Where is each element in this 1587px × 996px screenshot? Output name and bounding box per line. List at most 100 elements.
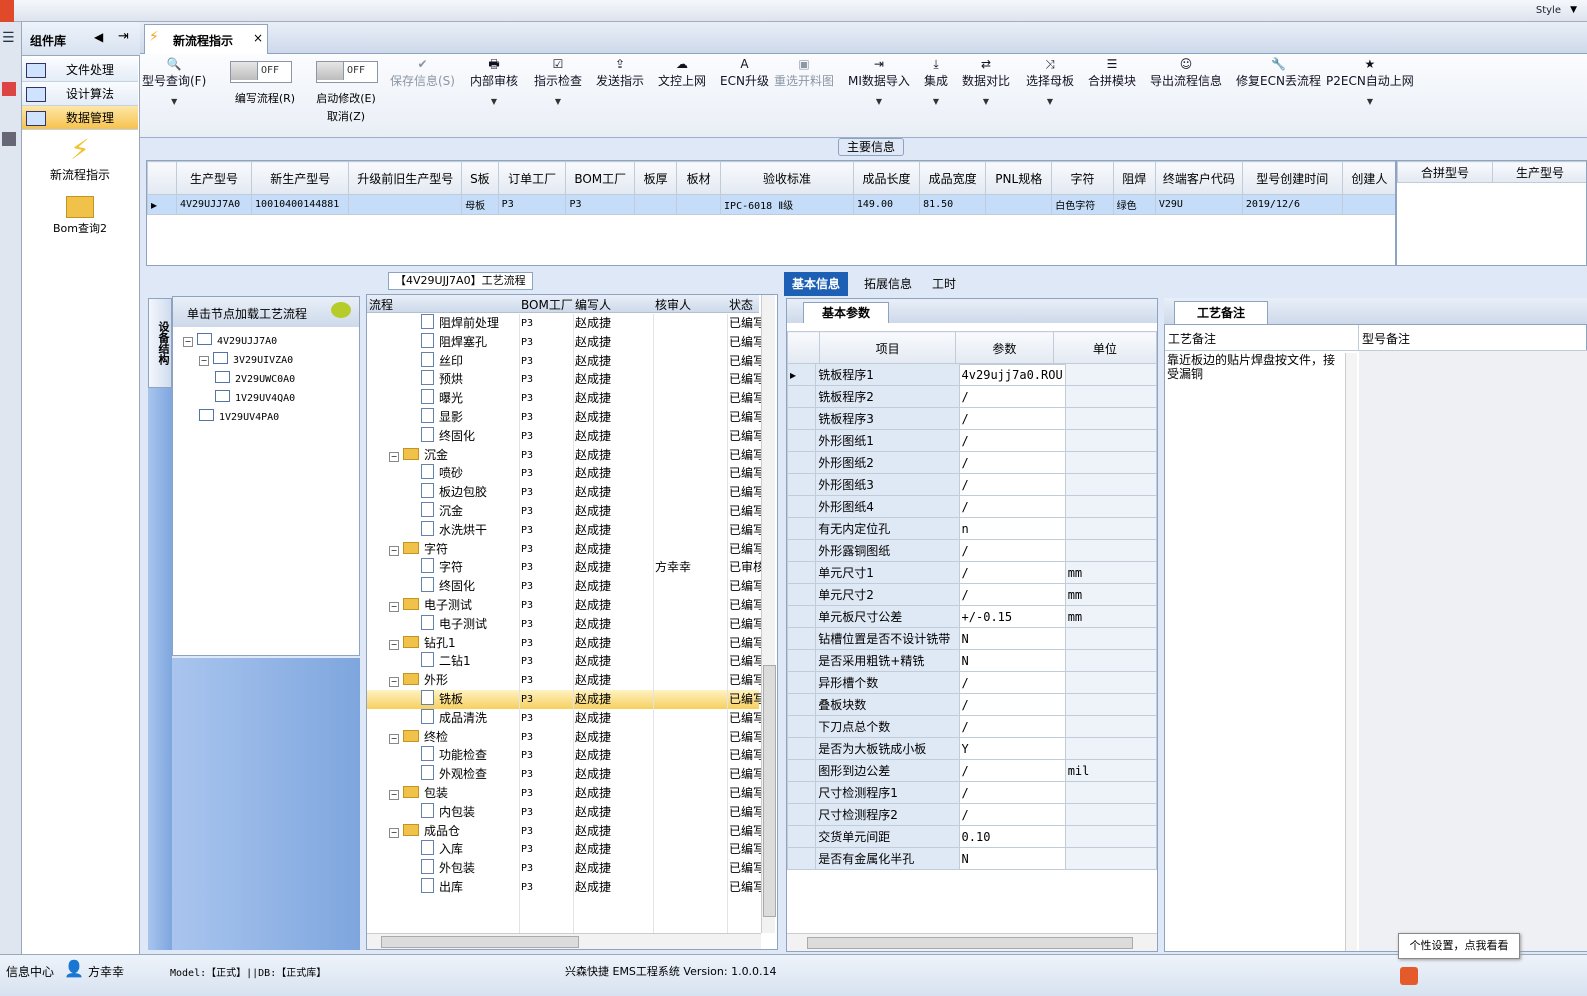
toolbar-button[interactable]: ☁ 文控上网: [658, 56, 706, 89]
param-value[interactable]: 0.10: [958, 825, 1066, 848]
param-value[interactable]: +/-0.15: [958, 605, 1066, 628]
param-row[interactable]: 铣板程序3/: [787, 407, 1157, 430]
main-info-cell[interactable]: 2019/12/6: [1241, 194, 1343, 215]
main-info-cell[interactable]: [634, 194, 678, 215]
toolbar-button[interactable]: 🔍 型号查询(F) ▼: [142, 56, 206, 106]
tree-node[interactable]: 1V29UV4QA0: [215, 388, 295, 407]
col-header[interactable]: BOM工厂: [565, 161, 636, 195]
toolbar-button[interactable]: ⇄ 数据对比 ▼: [962, 56, 1010, 106]
dropdown-arrow-icon[interactable]: ▼: [1326, 97, 1414, 106]
param-value[interactable]: /: [958, 803, 1066, 826]
process-row[interactable]: 外观检查 P3 赵成捷 已编写: [367, 765, 765, 784]
tab-0[interactable]: 基本信息: [784, 272, 849, 296]
toolbar-button[interactable]: ⇪ 发送指示: [596, 56, 644, 89]
main-info-cell[interactable]: IPC-6018 Ⅱ级: [720, 194, 854, 215]
param-value[interactable]: /: [958, 385, 1066, 408]
col-header[interactable]: 验收标准: [720, 161, 854, 195]
chat-bubble-icon[interactable]: [331, 302, 351, 318]
info-center[interactable]: 信息中心: [6, 963, 54, 980]
process-row[interactable]: − 沉金 P3 赵成捷 已编写: [367, 446, 765, 465]
col-header[interactable]: 订单工厂: [497, 161, 567, 195]
param-row[interactable]: 铣板程序2/: [787, 385, 1157, 408]
param-row[interactable]: 异形槽个数 /: [787, 671, 1157, 694]
param-value[interactable]: /: [958, 495, 1066, 518]
style-menu[interactable]: Style: [1536, 5, 1561, 16]
main-info-cell[interactable]: V29U: [1154, 194, 1243, 215]
param-value[interactable]: /: [958, 781, 1066, 804]
collapse-icon[interactable]: −: [389, 790, 399, 800]
param-row[interactable]: 交货单元间距 0.10: [787, 825, 1157, 848]
param-value[interactable]: /: [958, 473, 1066, 496]
col-header[interactable]: PNL规格: [985, 161, 1053, 195]
param-row[interactable]: 单元板尺寸公差 +/-0.15 mm: [787, 605, 1157, 628]
tree-node[interactable]: − 4V29UJJ7A0: [183, 331, 277, 350]
param-row[interactable]: 图形到边公差 / mil: [787, 759, 1157, 782]
col-header[interactable]: 生产型号: [1492, 161, 1586, 183]
horizontal-scrollbar[interactable]: [367, 933, 761, 949]
dropdown-arrow-icon[interactable]: ▼: [848, 97, 910, 106]
param-value[interactable]: Y: [958, 737, 1066, 760]
main-info-cell[interactable]: 母板: [461, 194, 499, 215]
main-info-cell[interactable]: [985, 194, 1053, 215]
process-row[interactable]: 板边包胶 P3 赵成捷 已编写: [367, 483, 765, 502]
col-header[interactable]: BOM工厂: [521, 296, 573, 313]
tree-node[interactable]: 1V29UV4PA0: [199, 407, 279, 426]
tab-device-structure[interactable]: 设备结构: [148, 298, 172, 388]
param-value[interactable]: /: [958, 671, 1066, 694]
dropdown-arrow-icon[interactable]: ▼: [470, 97, 518, 106]
toolbar-button[interactable]: ✔ 保存信息(S): [390, 56, 455, 89]
process-row[interactable]: 外包装 P3 赵成捷 已编写: [367, 859, 765, 878]
collapse-icon[interactable]: −: [199, 356, 209, 366]
col-header[interactable]: 创建人: [1341, 161, 1395, 195]
col-header[interactable]: 生产型号: [175, 161, 253, 195]
scroll-thumb[interactable]: [807, 937, 1133, 949]
main-info-cell[interactable]: P3: [497, 194, 567, 215]
collapse-icon[interactable]: −: [389, 545, 399, 556]
process-row[interactable]: − 包装 P3 赵成捷 已编写: [367, 784, 765, 803]
collapse-left-icon[interactable]: ◀: [94, 30, 103, 44]
chevron-down-icon[interactable]: ▼: [1570, 5, 1577, 15]
col-header[interactable]: 板厚: [634, 161, 678, 195]
main-info-cell[interactable]: 81.50: [919, 194, 987, 215]
collapse-icon[interactable]: −: [389, 602, 399, 612]
toolbar-button[interactable]: ☑ 指示检查 ▼: [534, 56, 582, 106]
process-row[interactable]: 出库 P3 赵成捷 已编写: [367, 878, 765, 897]
tab-1[interactable]: 拓展信息: [856, 272, 920, 296]
notes-scrollbar[interactable]: [1345, 353, 1357, 951]
col-header[interactable]: S板: [461, 161, 499, 195]
param-row[interactable]: 外形露铜图纸 /: [787, 539, 1157, 562]
process-row[interactable]: 沉金 P3 赵成捷 已编写: [367, 502, 765, 521]
toolbar-button[interactable]: ★ P2ECN自动上网 ▼: [1326, 56, 1414, 106]
process-row[interactable]: 丝印 P3 赵成捷 已编写: [367, 351, 765, 371]
dropdown-arrow-icon[interactable]: ▼: [962, 97, 1010, 106]
process-row[interactable]: 字符 P3 赵成捷 方幸幸 已审核: [367, 558, 765, 577]
param-row[interactable]: 外形图纸4/: [787, 495, 1157, 518]
horizontal-scrollbar[interactable]: [787, 933, 1157, 951]
ime-icon[interactable]: [1400, 967, 1418, 985]
settings-tooltip[interactable]: 个性设置，点我看看: [1398, 933, 1520, 959]
param-value[interactable]: /: [958, 451, 1066, 474]
col-header[interactable]: 终端客户代码: [1154, 161, 1243, 195]
param-row[interactable]: 是否采用粗铣+精铣 N: [787, 649, 1157, 672]
main-info-cell[interactable]: 白色字符: [1051, 194, 1114, 215]
process-row[interactable]: − 外形 P3 赵成捷 已编写: [367, 671, 765, 690]
param-value[interactable]: /: [958, 583, 1066, 606]
col-header[interactable]: 单位: [1052, 331, 1157, 365]
toolbar-button[interactable]: ☺ 导出流程信息: [1150, 56, 1222, 89]
main-info-cell[interactable]: 10010400144881: [251, 194, 350, 215]
toolbar-button[interactable]: ▣ 重选开料图: [774, 56, 834, 89]
process-row[interactable]: 终固化 P3 赵成捷 已编写: [367, 426, 765, 446]
param-row[interactable]: 是否有金属化半孔 N: [787, 847, 1157, 870]
model-notes-area[interactable]: [1359, 351, 1587, 951]
dropdown-arrow-icon[interactable]: ▼: [142, 97, 206, 106]
param-row[interactable]: 有无内定位孔 n: [787, 517, 1157, 540]
sidebar-item[interactable]: 设计算法: [22, 82, 138, 106]
tab-basic-params[interactable]: 基本参数: [803, 302, 889, 323]
col-header[interactable]: 合拼型号: [1397, 161, 1493, 183]
param-row[interactable]: ▸ 铣板程序1 4v29ujj7a0.ROU: [787, 363, 1157, 386]
col-header[interactable]: 流程: [369, 296, 393, 313]
col-header[interactable]: 板材: [676, 161, 722, 195]
toggle-switch[interactable]: OFF: [316, 61, 378, 83]
toolbar-button[interactable]: 🔧 修复ECN丢流程: [1236, 56, 1321, 89]
main-info-cell[interactable]: [676, 194, 722, 215]
